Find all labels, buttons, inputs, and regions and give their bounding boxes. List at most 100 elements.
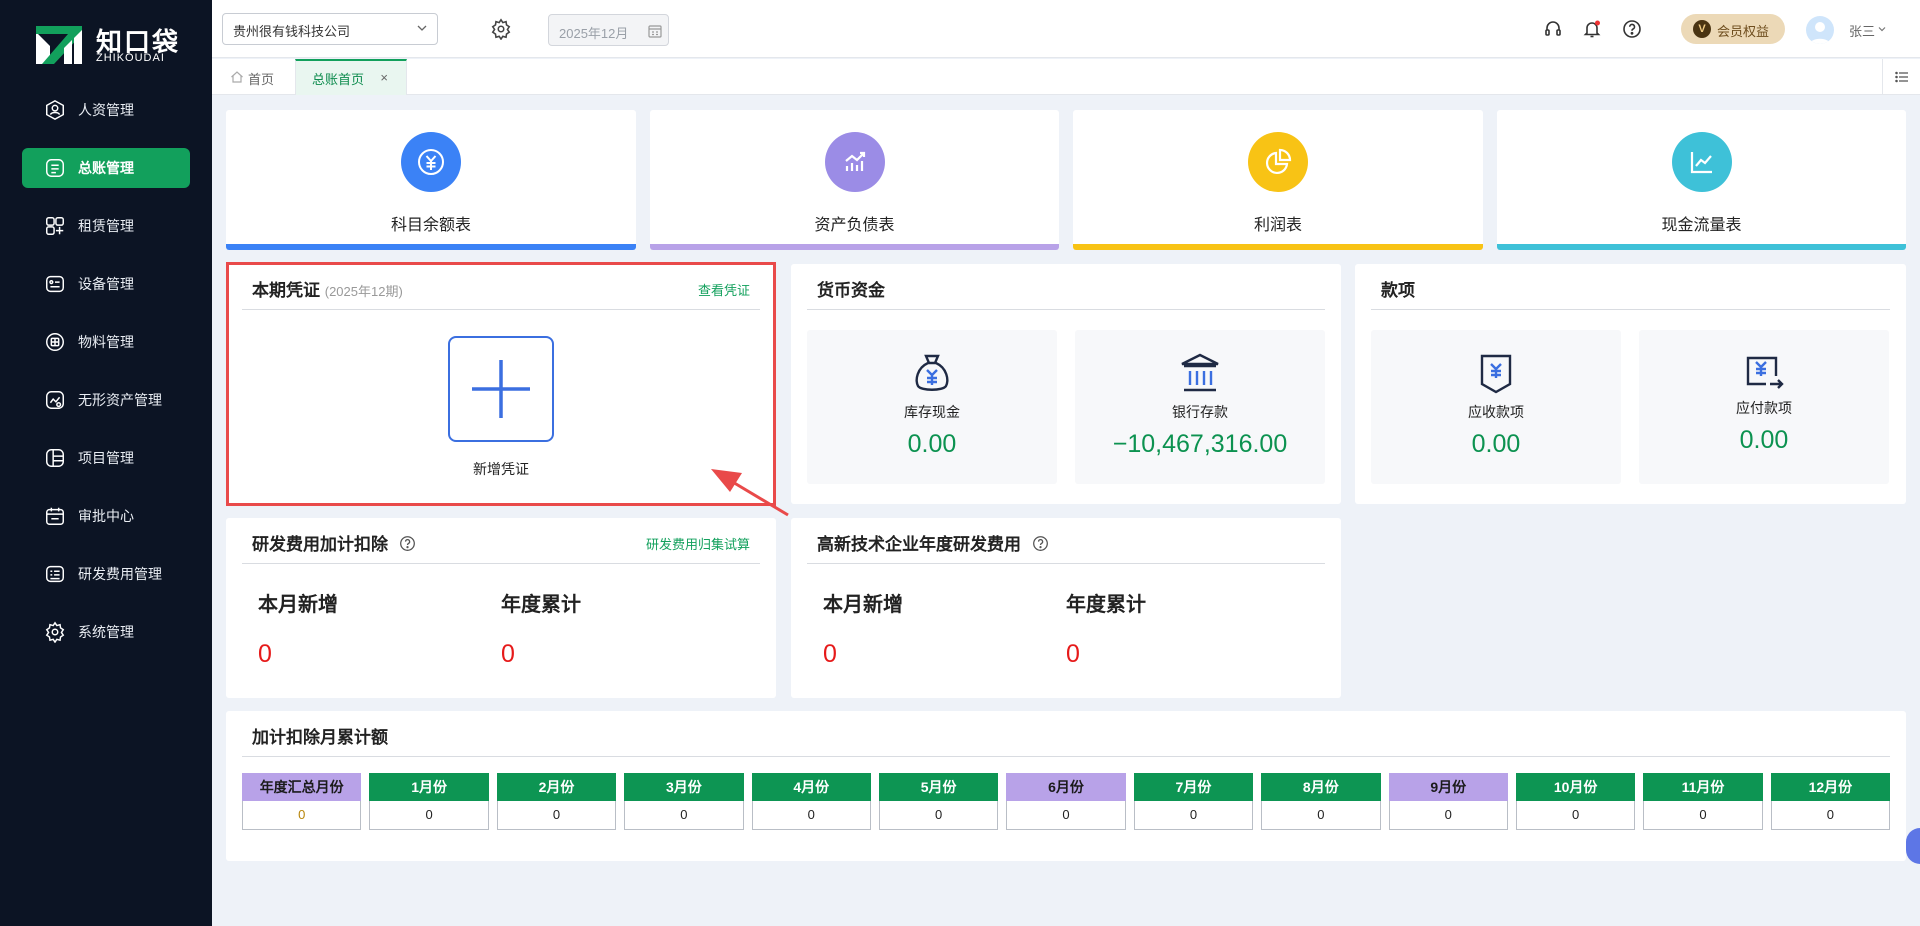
hitech-title: 高新技术企业年度研发费用 bbox=[817, 530, 1049, 555]
month-value: 0 bbox=[624, 801, 744, 830]
sidebar-item-label: 审批中心 bbox=[78, 508, 134, 524]
user-icon bbox=[46, 99, 64, 121]
receivable-tile[interactable]: 应收款项 0.00 bbox=[1371, 330, 1621, 484]
payable-tile[interactable]: 应付款项 0.00 bbox=[1639, 330, 1889, 484]
user-name[interactable]: 张三 bbox=[1849, 21, 1875, 40]
month-column: 12月份 0 bbox=[1770, 773, 1891, 835]
month-column: 3月份 0 bbox=[624, 773, 744, 835]
payments-title: 款项 bbox=[1381, 281, 1415, 300]
report-card-profit[interactable]: 利润表 bbox=[1073, 110, 1483, 250]
tab-home[interactable]: 首页 bbox=[230, 59, 274, 95]
tabs-bar: 首页 总账首页 × bbox=[212, 59, 1920, 95]
month-value: 0 bbox=[878, 801, 999, 830]
month-header: 1月份 bbox=[369, 773, 489, 801]
month-column: 9月份 0 bbox=[1388, 773, 1508, 835]
cash-on-hand-tile[interactable]: 库存现金 0.00 bbox=[807, 330, 1057, 484]
rd-deduction-title: 研发费用加计扣除 bbox=[252, 530, 416, 555]
sidebar-item-label: 无形资产管理 bbox=[78, 392, 162, 408]
period-value: 2025年12月 bbox=[559, 26, 629, 41]
month-new-label: 本月新增 bbox=[258, 594, 338, 616]
list-icon bbox=[1895, 71, 1908, 83]
chat-bubble-button[interactable] bbox=[1906, 828, 1920, 864]
chevron-down-icon[interactable] bbox=[1877, 24, 1887, 34]
report-icon-circle bbox=[1248, 132, 1308, 192]
month-value: 0 bbox=[369, 801, 489, 830]
logo-mark-icon bbox=[36, 26, 82, 64]
month-column: 11月份 0 bbox=[1643, 773, 1763, 835]
highlight-box bbox=[226, 262, 776, 506]
bank-icon bbox=[1181, 353, 1219, 392]
tabs-menu-button[interactable] bbox=[1882, 59, 1920, 95]
month-new-value: 0 bbox=[823, 640, 837, 668]
sidebar-item-project[interactable]: 项目管理 bbox=[22, 438, 190, 478]
help-icon[interactable] bbox=[1622, 19, 1642, 39]
company-select[interactable]: 贵州很有钱科技公司 bbox=[222, 13, 438, 45]
month-value: 0 bbox=[1643, 801, 1763, 830]
divider bbox=[1371, 309, 1890, 310]
report-card-balance-sheet[interactable]: 资产负债表 bbox=[650, 110, 1059, 250]
sidebar-item-device[interactable]: 设备管理 bbox=[22, 264, 190, 304]
month-value: 0 bbox=[1388, 801, 1508, 830]
tile-label: 银行存款 bbox=[1172, 404, 1228, 420]
headset-icon[interactable] bbox=[1543, 19, 1563, 39]
rd-trial-link[interactable]: 研发费用归集试算 bbox=[646, 534, 750, 553]
money-bag-icon bbox=[915, 354, 949, 391]
month-header: 11月份 bbox=[1643, 773, 1763, 801]
sidebar-item-system[interactable]: 系统管理 bbox=[22, 612, 190, 652]
sidebar-item-label: 研发费用管理 bbox=[78, 566, 162, 582]
sidebar-item-approval[interactable]: 审批中心 bbox=[22, 496, 190, 536]
tile-label: 应收款项 bbox=[1468, 404, 1524, 420]
tile-value: 0.00 bbox=[907, 430, 957, 458]
notification-bell-icon[interactable] bbox=[1582, 19, 1602, 39]
home-icon bbox=[231, 71, 243, 83]
report-accent-bar bbox=[650, 244, 1059, 250]
report-card-account-balance[interactable]: 科目余额表 bbox=[226, 110, 636, 250]
sidebar-item-label: 租赁管理 bbox=[78, 218, 134, 234]
project-icon bbox=[46, 449, 64, 467]
period-date-picker[interactable]: 2025年12月 bbox=[548, 14, 669, 46]
month-header: 7月份 bbox=[1133, 773, 1254, 801]
sidebar-nav: 人资管理 总账管理 租赁管理 设备管理 物料管理 无形资产管理 项目管理 审批中… bbox=[0, 90, 212, 670]
report-card-cash-flow[interactable]: 现金流量表 bbox=[1497, 110, 1906, 250]
sidebar-item-label: 项目管理 bbox=[78, 450, 134, 466]
receivable-icon bbox=[1480, 354, 1512, 394]
help-icon[interactable] bbox=[1032, 535, 1049, 552]
brand-name-en: ZHIKOUDAI bbox=[96, 52, 165, 64]
sidebar-item-material[interactable]: 物料管理 bbox=[22, 322, 190, 362]
month-value: 0 bbox=[496, 801, 617, 830]
report-icon-circle bbox=[824, 132, 885, 192]
sidebar-item-ledger[interactable]: 总账管理 bbox=[22, 148, 190, 188]
vip-benefits-button[interactable]: V 会员权益 bbox=[1681, 14, 1785, 44]
annotation-arrow-icon bbox=[711, 469, 789, 517]
month-column: 6月份 0 bbox=[1006, 773, 1126, 835]
divider bbox=[807, 309, 1325, 310]
month-header: 8月份 bbox=[1261, 773, 1381, 801]
top-bar: 贵州很有钱科技公司 2025年12月 V 会员权益 张三 bbox=[212, 0, 1920, 58]
month-value: 0 bbox=[1770, 801, 1891, 830]
month-column: 7月份 0 bbox=[1133, 773, 1254, 835]
year-total-label: 年度累计 bbox=[501, 594, 581, 616]
month-value: 0 bbox=[1515, 801, 1636, 830]
tile-value: 0.00 bbox=[1739, 426, 1789, 454]
month-column: 10月份 0 bbox=[1515, 773, 1636, 835]
tab-ledger-home-label: 总账首页 bbox=[312, 72, 365, 87]
month-header: 年度汇总月份 bbox=[242, 773, 362, 801]
bank-deposit-tile[interactable]: 银行存款 −10,467,316.00 bbox=[1075, 330, 1325, 484]
sidebar-item-hr[interactable]: 人资管理 bbox=[22, 90, 190, 130]
tile-value: 0.00 bbox=[1471, 430, 1521, 458]
close-icon[interactable]: × bbox=[380, 70, 388, 85]
sidebar: 知口袋 ZHIKOUDAI 人资管理 总账管理 租赁管理 设备管理 物料管理 无… bbox=[0, 0, 212, 926]
help-icon[interactable] bbox=[399, 535, 416, 552]
avatar[interactable] bbox=[1806, 16, 1834, 44]
tab-ledger-home[interactable]: 总账首页 × bbox=[295, 59, 407, 95]
rd-deduction-panel: 研发费用加计扣除 研发费用归集试算 本月新增 年度累计 0 0 bbox=[226, 518, 776, 698]
month-header: 2月份 bbox=[496, 773, 617, 801]
sidebar-item-intangible[interactable]: 无形资产管理 bbox=[22, 380, 190, 420]
month-header: 9月份 bbox=[1388, 773, 1508, 801]
report-label: 利润表 bbox=[1253, 217, 1302, 234]
sidebar-item-rd[interactable]: 研发费用管理 bbox=[22, 554, 190, 594]
settings-gear-icon[interactable] bbox=[490, 18, 512, 40]
tile-value: −10,467,316.00 bbox=[1112, 430, 1288, 458]
sidebar-item-lease[interactable]: 租赁管理 bbox=[22, 206, 190, 246]
asset-icon bbox=[46, 391, 64, 409]
